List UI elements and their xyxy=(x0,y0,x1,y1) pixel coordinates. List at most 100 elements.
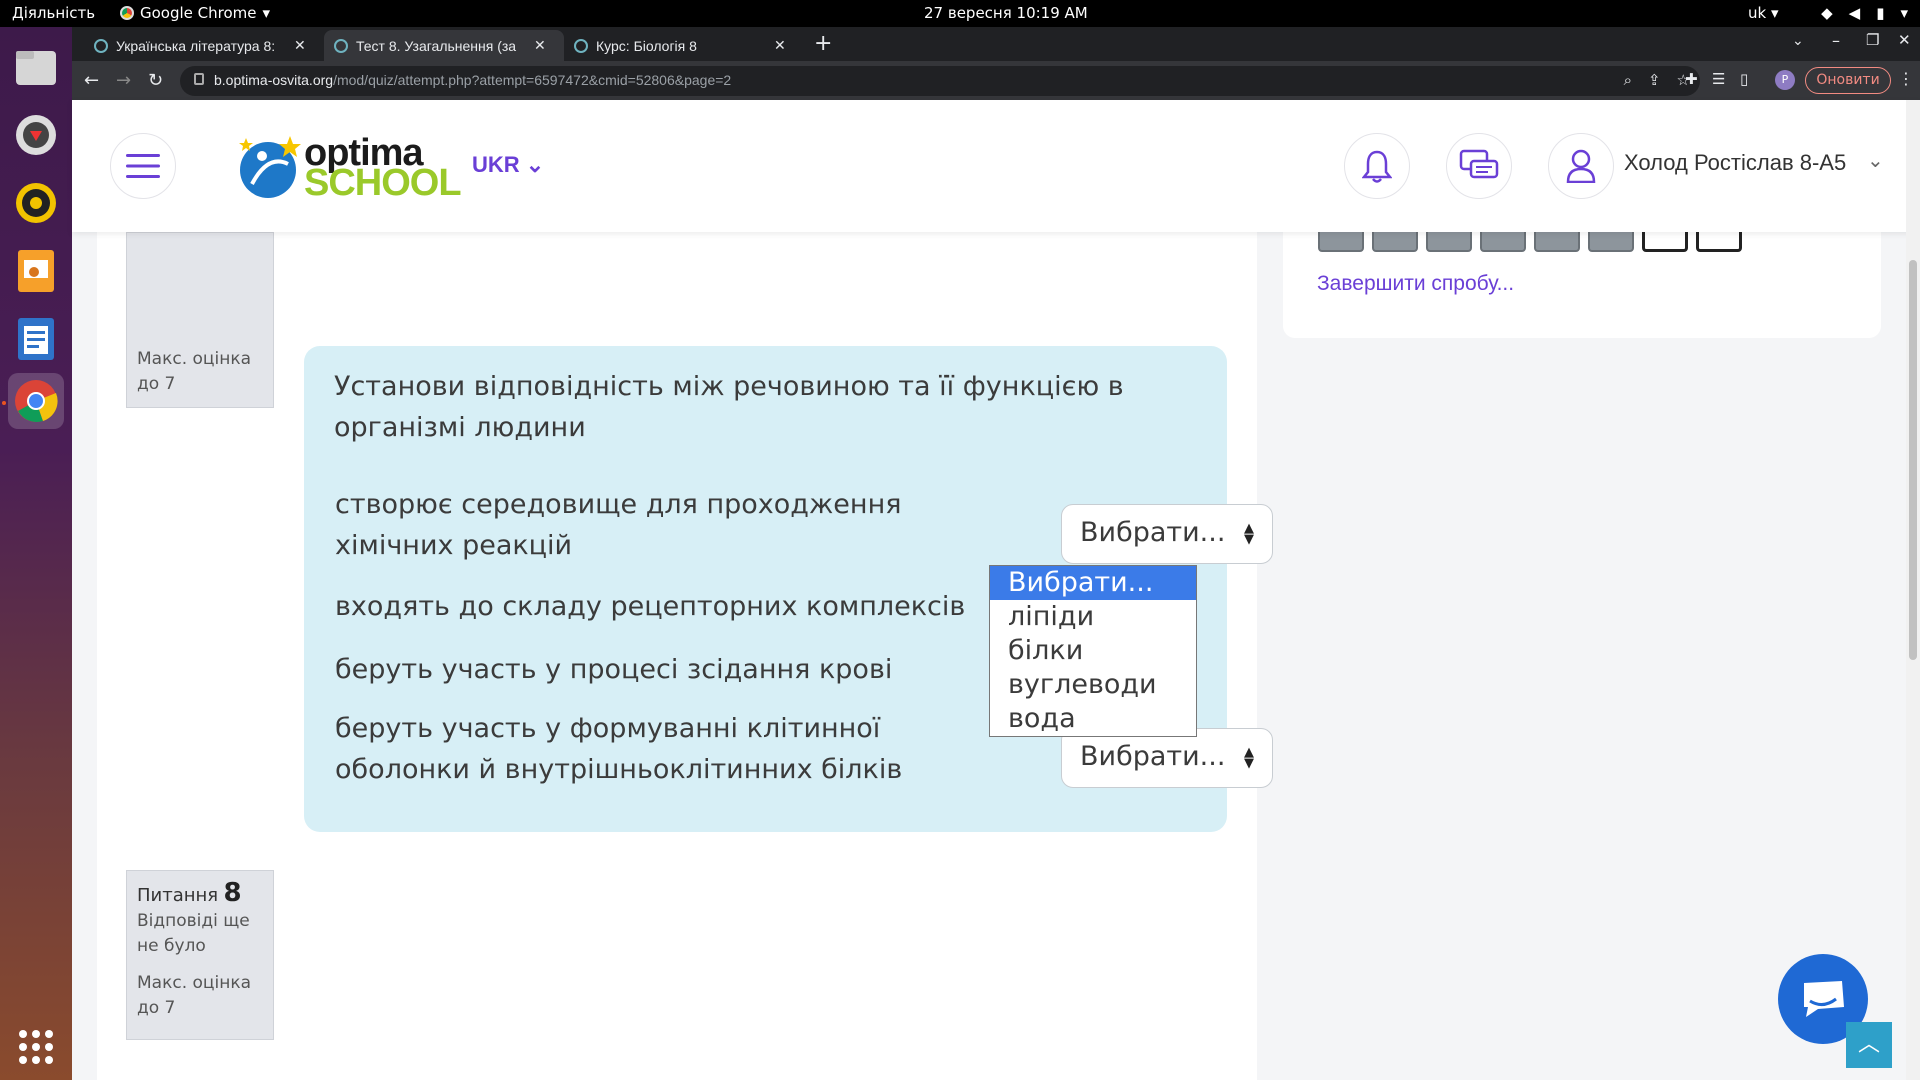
match-row-3-text: беруть участь у процесі зсідання крові xyxy=(335,654,893,685)
select-dropdown-list[interactable]: Вибрати... ліпіди білки вуглеводи вода xyxy=(989,565,1197,737)
app-name: Google Chrome xyxy=(140,4,257,22)
minimize-window-icon[interactable]: – xyxy=(1832,31,1840,50)
dock-files[interactable] xyxy=(8,39,64,95)
url-text[interactable]: b.optima-osvita.org/mod/quiz/attempt.php… xyxy=(214,72,731,88)
forward-button[interactable]: → xyxy=(116,70,131,91)
restore-window-icon[interactable]: ❐ xyxy=(1866,31,1879,49)
match-row-2-text: входять до складу рецепторних комплексів xyxy=(335,591,966,622)
activities-button[interactable]: Діяльність xyxy=(12,4,95,22)
messages-button[interactable] xyxy=(1446,133,1512,199)
question-8-info: Питання 8 Відповіді ще не було Макс. оці… xyxy=(126,870,274,1040)
tab-biology-course[interactable]: Курс: Біологія 8 ✕ xyxy=(564,30,804,61)
chevron-down-icon: ⌄ xyxy=(525,152,545,177)
grid-dot-icon xyxy=(45,1043,53,1051)
chrome-menu-icon[interactable]: ⋮ xyxy=(1898,69,1914,88)
language-selector[interactable]: UKR ⌄ xyxy=(472,152,544,178)
dock xyxy=(0,27,72,1080)
dock-writer[interactable] xyxy=(8,311,64,367)
tab-test-8[interactable]: Тест 8. Узагальнення (за ✕ xyxy=(324,30,564,61)
finish-attempt-link[interactable]: Завершити спробу... xyxy=(1317,272,1514,296)
back-to-top-button[interactable]: ︿ xyxy=(1846,1022,1892,1068)
reading-list-icon[interactable]: ☰ xyxy=(1712,70,1725,88)
bell-icon xyxy=(1362,150,1392,183)
question-7-info: Макс. оцінка до 7 xyxy=(126,232,274,408)
match-row-1-text: створює середовище для проходження хіміч… xyxy=(335,489,902,561)
page-scrollbar[interactable] xyxy=(1906,100,1920,1080)
running-indicator xyxy=(2,401,6,405)
answer-status-cont: не було xyxy=(137,936,206,956)
dock-chrome[interactable] xyxy=(8,373,64,429)
menu-toggle-button[interactable] xyxy=(110,133,176,199)
question-number: 8 xyxy=(223,878,242,908)
zoom-icon[interactable]: ⌕ xyxy=(1624,71,1632,89)
match-row-4-text: беруть участь у формуванні клітинної обо… xyxy=(335,713,903,785)
profile-avatar[interactable]: P xyxy=(1775,70,1795,90)
side-panel-icon[interactable]: ▯ xyxy=(1740,70,1748,88)
tab-ukr-literature[interactable]: Українська література 8: ✕ xyxy=(84,30,324,61)
moodle-favicon-icon xyxy=(574,38,588,53)
wifi-icon: ◆ xyxy=(1821,4,1833,22)
user-icon xyxy=(1566,149,1596,183)
address-bar[interactable]: b.optima-osvita.org/mod/quiz/attempt.php… xyxy=(180,66,1700,96)
chat-bubbles-icon xyxy=(1459,149,1499,179)
scrollbar-thumb[interactable] xyxy=(1909,260,1917,660)
dock-impress[interactable] xyxy=(8,243,64,299)
notifications-button[interactable] xyxy=(1344,133,1410,199)
max-grade-value: до 7 xyxy=(137,998,176,1018)
browser-toolbar: ← → ↻ b.optima-osvita.org/mod/quiz/attem… xyxy=(72,61,1920,100)
user-name[interactable]: Холод Ростіслав 8-А5 xyxy=(1624,150,1846,176)
match-row-1-select[interactable]: Вибрати... ▲ ▼ xyxy=(1061,504,1273,564)
match-row-4-select[interactable]: Вибрати... ▲ ▼ xyxy=(1061,728,1273,788)
tab-search-icon[interactable]: ⌄ xyxy=(1792,33,1804,49)
back-button[interactable]: ← xyxy=(84,70,99,91)
share-icon[interactable]: ⇪ xyxy=(1648,71,1661,89)
optima-school-logo[interactable]: optima SCHOOL xyxy=(232,132,462,204)
tab-title: Курс: Біологія 8 xyxy=(596,37,697,54)
system-tray[interactable]: ◆ ◀ ▮ ▾ xyxy=(1821,4,1908,22)
user-avatar-button[interactable] xyxy=(1548,133,1614,199)
close-window-icon[interactable]: ✕ xyxy=(1898,31,1911,49)
show-apps-button[interactable] xyxy=(19,1030,53,1064)
max-grade-label: Макс. оцінка xyxy=(137,349,252,369)
document-icon xyxy=(18,318,54,360)
option-water[interactable]: вода xyxy=(990,702,1196,736)
close-tab-icon[interactable]: ✕ xyxy=(534,37,546,54)
option-choose[interactable]: Вибрати... xyxy=(990,566,1196,600)
grid-dot-icon xyxy=(19,1030,27,1038)
grid-dot-icon xyxy=(45,1056,53,1064)
dock-installer[interactable] xyxy=(8,107,64,163)
new-tab-button[interactable]: + xyxy=(814,31,832,56)
site-header: optima SCHOOL UKR ⌄ Холод Ростіслав 8-А5… xyxy=(72,100,1920,232)
installer-icon xyxy=(16,115,56,155)
chat-icon xyxy=(1804,981,1844,1017)
tab-title: Тест 8. Узагальнення (за xyxy=(356,37,517,54)
clock[interactable]: 27 вересня 10:19 AM xyxy=(924,4,1088,22)
close-tab-icon[interactable]: ✕ xyxy=(774,37,786,54)
reload-button[interactable]: ↻ xyxy=(148,70,163,91)
battery-icon: ▮ xyxy=(1876,4,1885,22)
grid-dot-icon xyxy=(32,1030,40,1038)
presentation-icon xyxy=(18,250,54,292)
app-menu[interactable]: Google Chrome ▾ xyxy=(120,4,270,22)
browser-tabstrip: Українська література 8: ✕ Тест 8. Узага… xyxy=(72,27,1920,61)
chevron-down-icon[interactable]: ⌄ xyxy=(1867,148,1884,172)
lock-icon xyxy=(194,73,204,85)
option-proteins[interactable]: білки xyxy=(990,634,1196,668)
update-button[interactable]: Оновити xyxy=(1805,67,1891,94)
option-carbohydrates[interactable]: вуглеводи xyxy=(990,668,1196,702)
max-grade-value: до 7 xyxy=(137,374,176,394)
volume-icon: ◀ xyxy=(1848,4,1861,22)
files-icon xyxy=(16,51,56,85)
keyboard-layout[interactable]: uk ▾ xyxy=(1748,4,1779,22)
select-arrows-icon: ▲ ▼ xyxy=(1244,745,1254,771)
dock-rhythmbox[interactable] xyxy=(8,175,64,231)
question-label: Питання xyxy=(137,885,219,906)
answer-status: Відповіді ще xyxy=(137,911,250,931)
power-icon: ▾ xyxy=(1900,4,1908,22)
extensions-icon[interactable]: ✚ xyxy=(1685,70,1698,88)
close-tab-icon[interactable]: ✕ xyxy=(294,37,306,54)
logo-text-bottom: SCHOOL xyxy=(304,162,462,204)
option-lipids[interactable]: ліпіди xyxy=(990,600,1196,634)
music-player-icon xyxy=(16,183,56,223)
grid-dot-icon xyxy=(32,1056,40,1064)
